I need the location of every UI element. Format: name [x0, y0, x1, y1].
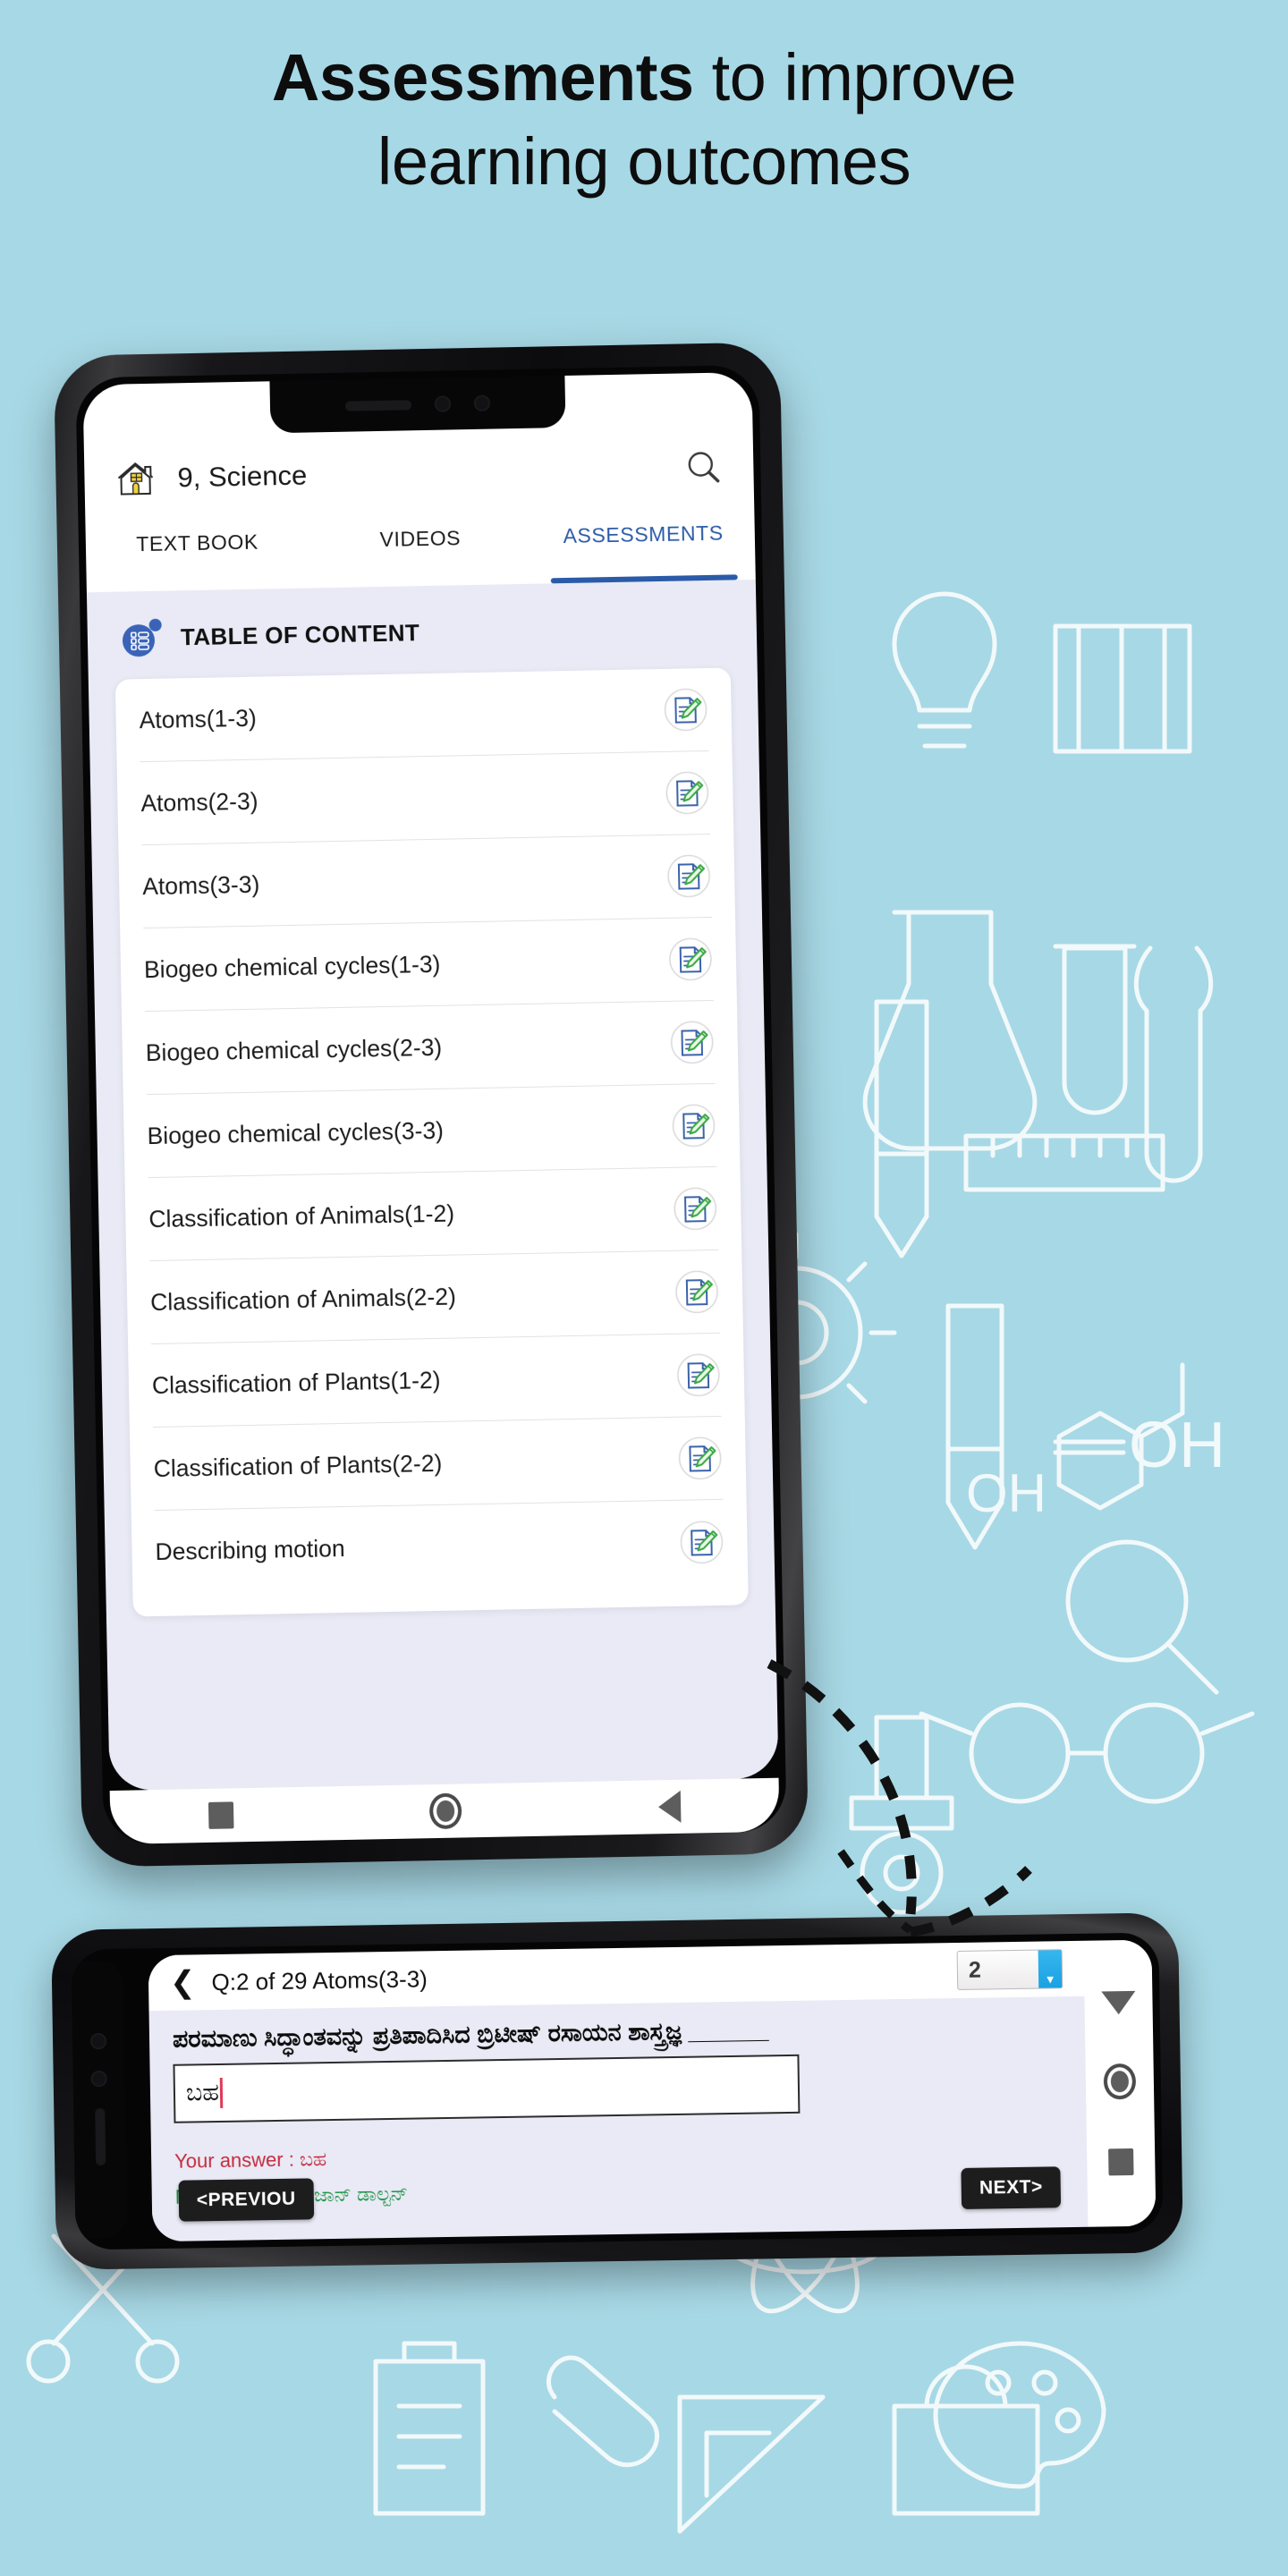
table-of-content-row[interactable]: Biogeo chemical cycles(3-3)	[146, 1083, 717, 1179]
proximity-sensor-icon	[90, 2070, 107, 2088]
headline-rest: to improve	[693, 40, 1017, 114]
table-of-content-row-label: Atoms(3-3)	[141, 870, 260, 900]
table-of-content-row-label: Describing motion	[155, 1534, 345, 1566]
edit-note-icon[interactable]	[677, 1436, 723, 1481]
table-of-content-row[interactable]: Classification of Animals(1-2)	[148, 1166, 719, 1262]
table-of-content-row[interactable]: Atoms(2-3)	[140, 750, 711, 846]
table-of-content-row-label: Biogeo chemical cycles(2-3)	[145, 1033, 443, 1066]
question-screen: ❮ Q:2 of 29 Atoms(3-3) 2 ▼ ಪರಮಾಣು ಸಿದ್ಧಾ…	[148, 1940, 1089, 2242]
table-of-content-header: TABLE OF CONTENT	[119, 605, 730, 659]
table-of-content-row-label: Atoms(2-3)	[140, 787, 258, 817]
headline-bold: Assessments	[271, 40, 694, 114]
answer-input-value: ಬಹ	[185, 2079, 220, 2107]
table-of-content-row-label: Classification of Animals(1-2)	[148, 1199, 455, 1233]
front-camera-icon	[89, 2032, 107, 2050]
edit-note-icon[interactable]	[665, 770, 710, 816]
table-of-content-row[interactable]: Biogeo chemical cycles(1-3)	[143, 917, 714, 1013]
edit-note-icon[interactable]	[666, 853, 712, 899]
question-text: ಪರಮಾಣು ಸಿದ್ಧಾಂತವನ್ನು ಪ್ರತಿಪಾದಿಸಿದ ಬ್ರಿಟೀ…	[172, 2016, 769, 2053]
answer-input[interactable]: ಬಹ	[173, 2055, 801, 2124]
phone-notch-top	[269, 375, 566, 434]
edit-note-icon[interactable]	[667, 936, 713, 982]
front-camera-icon	[434, 395, 452, 412]
table-of-content-row[interactable]: Classification of Animals(2-2)	[149, 1250, 720, 1345]
proximity-sensor-icon	[473, 394, 491, 411]
svg-text:OH: OH	[966, 1463, 1046, 1523]
dashed-arrow-annotation	[767, 1659, 1032, 1937]
table-of-content-row-label: Atoms(1-3)	[139, 704, 258, 733]
table-of-content-row[interactable]: Classification of Plants(1-2)	[151, 1333, 722, 1428]
table-of-content-row[interactable]: Biogeo chemical cycles(2-3)	[144, 1000, 716, 1096]
circle-icon[interactable]	[1103, 2063, 1137, 2100]
phone-frame-top: 9, Science TEXT BOOK VIDEOS ASSESSMENTS	[53, 342, 809, 1868]
edit-note-icon[interactable]	[669, 1020, 715, 1065]
tab-bar: TEXT BOOK VIDEOS ASSESSMENTS	[85, 509, 756, 593]
phone-mockup-top: 9, Science TEXT BOOK VIDEOS ASSESSMENTS	[53, 342, 809, 1868]
table-of-content-row[interactable]: Atoms(3-3)	[141, 834, 713, 929]
table-of-content-row-label: Classification of Animals(2-2)	[149, 1283, 457, 1316]
tab-text-book[interactable]: TEXT BOOK	[85, 519, 309, 593]
table-of-content-section: TABLE OF CONTENT Atoms(1-3) Atoms(2-3) Ato…	[86, 579, 779, 1792]
table-of-content-row-label: Classification of Plants(2-2)	[153, 1449, 443, 1482]
chevron-left-icon[interactable]: ❮	[170, 1965, 196, 1999]
tab-videos[interactable]: VIDEOS	[309, 514, 533, 589]
text-caret	[219, 2078, 224, 2109]
edit-note-icon[interactable]	[679, 1519, 724, 1564]
page-title: Assessments to improve learning outcomes	[0, 39, 1288, 200]
earpiece-speaker-icon	[94, 2108, 106, 2166]
edit-note-icon[interactable]	[671, 1103, 716, 1148]
square-icon[interactable]	[1108, 2148, 1134, 2176]
table-of-content-row-label: Biogeo chemical cycles(1-3)	[143, 950, 441, 983]
headline-line2: learning outcomes	[377, 123, 911, 199]
app-bar-title: 9, Science	[177, 459, 308, 494]
app-bar: 9, Science	[83, 423, 755, 523]
square-icon[interactable]	[208, 1801, 234, 1829]
edit-note-icon[interactable]	[674, 1269, 720, 1315]
table-of-content-row[interactable]: Describing motion	[155, 1500, 725, 1594]
circle-icon[interactable]	[429, 1792, 463, 1830]
tab-assessments[interactable]: ASSESSMENTS	[531, 510, 756, 584]
search-icon[interactable]	[683, 448, 724, 488]
table-of-content-row-label: Classification of Plants(1-2)	[151, 1366, 441, 1399]
next-button[interactable]: NEXT>	[961, 2166, 1062, 2209]
table-of-content-title: TABLE OF CONTENT	[180, 618, 420, 650]
edit-note-icon[interactable]	[675, 1352, 721, 1398]
edit-note-icon[interactable]	[673, 1186, 718, 1232]
list-circle-icon	[122, 618, 162, 657]
table-of-content-row-label: Biogeo chemical cycles(3-3)	[147, 1116, 445, 1149]
previous-button[interactable]: <PREVIOU	[178, 2178, 315, 2222]
earpiece-speaker-icon	[344, 399, 412, 411]
table-of-content-row[interactable]: Atoms(1-3)	[138, 667, 709, 763]
edit-note-icon[interactable]	[663, 687, 708, 733]
table-of-content-row[interactable]: Classification of Plants(2-2)	[152, 1416, 724, 1512]
table-of-content-list: Atoms(1-3) Atoms(2-3) Atoms(3-3) Biogeo che…	[114, 667, 749, 1617]
phone-bezel-top: 9, Science TEXT BOOK VIDEOS ASSESSMENTS	[75, 364, 787, 1845]
phone-screen-top: 9, Science TEXT BOOK VIDEOS ASSESSMENTS	[82, 371, 779, 1792]
triangle-down-icon[interactable]	[1101, 1991, 1136, 2015]
triangle-left-icon[interactable]	[657, 1790, 682, 1824]
home-icon[interactable]	[114, 460, 157, 498]
phone-notch-bottom	[71, 1960, 128, 2239]
svg-text:OH: OH	[1129, 1410, 1225, 1481]
